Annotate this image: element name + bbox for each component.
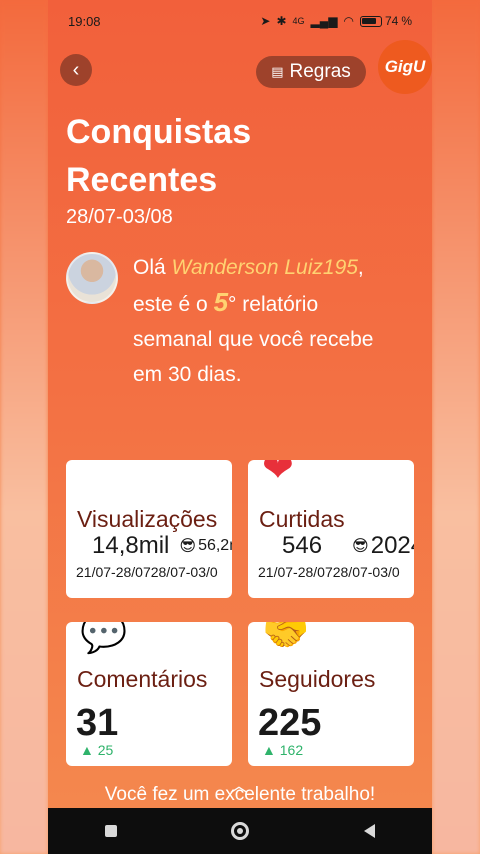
home-icon[interactable] — [231, 822, 250, 840]
battery-percent: 74 — [384, 14, 399, 28]
blurred-backdrop-right — [432, 0, 480, 854]
handshake-icon: 🤝 — [262, 622, 310, 655]
location-icon: ➤ — [260, 14, 271, 28]
comments-label: Comentários — [77, 666, 208, 692]
avatar — [66, 252, 118, 304]
greeting-prefix: Olá — [133, 256, 172, 279]
followers-delta: ▲ 162 — [262, 742, 304, 758]
likes-previous: 😎2024 — [352, 532, 414, 559]
battery-icon — [359, 15, 382, 27]
likes-label: Curtidas — [259, 506, 345, 532]
heart-icon: ❤ — [262, 460, 294, 490]
speech-bubble-icon: 💬 — [80, 622, 128, 655]
chevron-left-icon: ‹ — [72, 58, 80, 81]
recent-apps-icon[interactable] — [105, 825, 118, 837]
comments-delta: ▲ 25 — [80, 742, 114, 758]
views-card[interactable]: 😵 Visualizações 14,8mil 😎56,2m 21/07-28/… — [66, 460, 232, 598]
status-icons: ➤ ✱ 4G ▂▄▆ ◠ 74% — [260, 14, 412, 28]
likes-current: 546 — [282, 532, 323, 559]
android-navigation-bar — [48, 808, 432, 854]
views-dates: 21/07-28/0728/07-03/0 — [76, 564, 218, 580]
network-label: 4G — [292, 16, 305, 26]
views-current: 14,8mil — [92, 532, 170, 559]
followers-label: Seguidores — [259, 666, 376, 692]
user-name: Wanderson Luiz195 — [171, 256, 358, 279]
arrow-up-icon: ▲ — [262, 742, 276, 758]
greeting-text: Olá Wanderson Luiz195, este é o 5° relat… — [133, 256, 374, 386]
signal-icon: ▂▄▆ — [310, 14, 338, 28]
report-number: 5 — [213, 287, 229, 317]
views-stats: 14,8mil 😎56,2m — [92, 532, 232, 560]
sunglasses-icon: 😎 — [352, 538, 369, 555]
likes-dates: 21/07-28/0728/07-03/0 — [258, 564, 400, 580]
title-line-1: Conquistas — [66, 113, 252, 151]
views-previous: 😎56,2m — [179, 537, 232, 555]
battery: 74% — [359, 14, 412, 28]
blurred-backdrop-left — [0, 0, 48, 854]
comments-value: 31 — [76, 702, 119, 744]
footer-message: Você fez um excelente trabalho! — [104, 784, 376, 805]
bluetooth-icon: ✱ — [276, 14, 287, 28]
rules-label: Regras — [289, 61, 351, 82]
logo-text: GigU — [384, 57, 426, 76]
comments-card[interactable]: 💬 Comentários 31 ▲ 25 — [66, 622, 232, 766]
dizzy-face-icon: 😵 — [80, 460, 120, 492]
page-title: Conquistas Recentes — [66, 108, 326, 204]
gigu-logo: GigU — [378, 40, 432, 94]
title-line-2: Recentes — [66, 161, 218, 199]
status-bar: 19:08 ➤ ✱ 4G ▂▄▆ ◠ 74% — [48, 0, 432, 42]
document-icon: ▤ — [271, 64, 284, 79]
likes-card[interactable]: ❤ Curtidas 546 😎2024 21/07-28/0728/07-03… — [248, 460, 414, 598]
wifi-icon: ◠ — [343, 14, 354, 28]
likes-stats: 546 😎2024 — [282, 532, 414, 560]
followers-card[interactable]: 🤝 Seguidores 225 ▲ 162 — [248, 622, 414, 766]
rules-button[interactable]: ▤ Regras — [256, 56, 366, 88]
sunglasses-icon: 😎 — [179, 538, 197, 555]
views-label: Visualizações — [77, 506, 218, 532]
status-time: 19:08 — [68, 13, 101, 29]
followers-value: 225 — [258, 702, 322, 744]
back-button[interactable]: ‹ — [60, 54, 92, 86]
phone-screen: 19:08 ➤ ✱ 4G ▂▄▆ ◠ 74% ‹ ▤ Regras GigU C… — [48, 0, 432, 854]
arrow-up-icon: ▲ — [80, 742, 94, 758]
back-triangle-icon[interactable] — [363, 824, 375, 838]
date-range: 28/07-03/08 — [66, 206, 173, 228]
